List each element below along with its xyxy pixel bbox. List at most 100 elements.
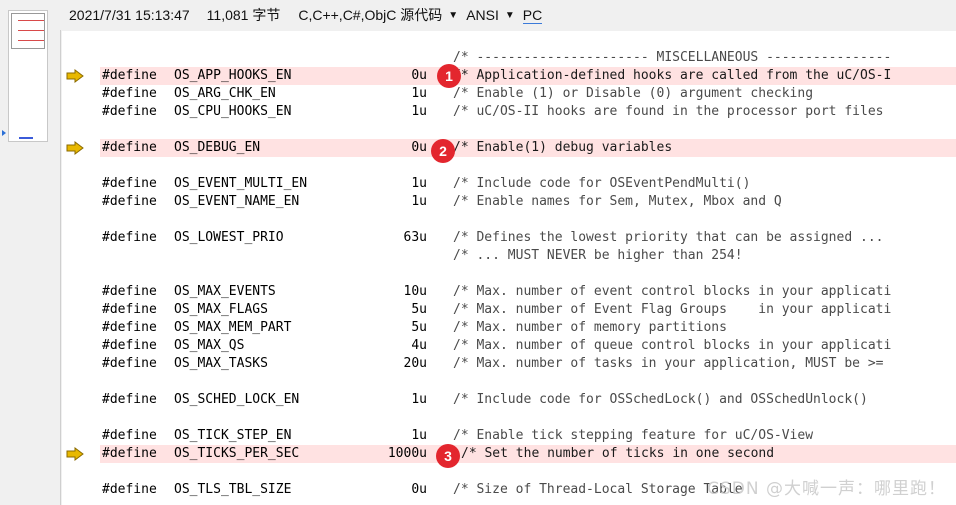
code-line[interactable]: #define OS_MAX_QS 4u /* Max. number of queu… [62, 337, 956, 355]
macro-name: OS_MAX_QS [174, 338, 245, 353]
position-marker-icon [2, 130, 6, 136]
code-line[interactable]: #define OS_EVENT_NAME_EN 1u /* Enable names… [62, 193, 956, 211]
macro-value: 5u [411, 302, 427, 317]
code-line[interactable]: #define OS_DEBUG_EN 0u /* Enable(1) debug v… [62, 139, 956, 157]
macro-name: OS_TLS_TBL_SIZE [174, 482, 292, 497]
code-line[interactable]: #define OS_MAX_MEM_PART 5u /* Max. number o… [62, 319, 956, 337]
macro-value: 20u [403, 356, 427, 371]
minimap-marker [18, 30, 44, 31]
code-line[interactable]: #define OS_TICK_STEP_EN 1u /* Enable tick s… [62, 427, 956, 445]
annotation-badge: 2 [431, 139, 455, 163]
pane-divider [60, 30, 61, 505]
code-line[interactable]: /* ... MUST NEVER be higher than 254! [62, 247, 956, 265]
macro-value: 1u [411, 176, 427, 191]
define-keyword: #define [102, 356, 157, 371]
code-comment: /* Size of Thread-Local Storage Table [453, 482, 743, 497]
minimap-caret [19, 137, 33, 139]
code-line[interactable]: #define OS_EVENT_MULTI_EN 1u /* Include cod… [62, 175, 956, 193]
define-keyword: #define [102, 68, 157, 83]
macro-name: OS_CPU_HOOKS_EN [174, 104, 292, 119]
macro-value: 0u [411, 68, 427, 83]
code-line[interactable]: #define OS_ARG_CHK_EN 1u /* Enable (1) or D… [62, 85, 956, 103]
code-comment: /* Application-defined hooks are called … [453, 68, 892, 83]
code-comment: /* Max. number of queue control blocks i… [453, 338, 892, 353]
code-line[interactable]: #define OS_LOWEST_PRIO 63u /* Defines the l… [62, 229, 956, 247]
code-line[interactable]: #define OS_MAX_EVENTS 10u /* Max. number of… [62, 283, 956, 301]
bookmark-arrow-icon[interactable] [66, 141, 84, 155]
code-comment: /* Enable(1) debug variables [453, 140, 673, 155]
macro-value: 4u [411, 338, 427, 353]
code-comment: /* Include code for OSEventPendMulti() [453, 176, 751, 191]
macro-name: OS_EVENT_NAME_EN [174, 194, 300, 209]
macro-value: 1u [411, 194, 427, 209]
code-comment: /* uC/OS-II hooks are found in the proce… [453, 104, 884, 119]
status-datetime: 2021/7/31 15:13:47 [69, 7, 190, 23]
code-line[interactable] [62, 265, 956, 283]
define-keyword: #define [102, 392, 157, 407]
code-comment: /* Max. number of memory partitions [453, 320, 727, 335]
annotation-badge: 3 [436, 444, 460, 468]
code-line[interactable]: #define OS_TICKS_PER_SEC 1000u /* Set the n… [62, 445, 956, 463]
code-line[interactable] [62, 211, 956, 229]
status-bar: 2021/7/31 15:13:47 11,081 字节 C,C++,C#,Ob… [62, 0, 956, 30]
status-encoding[interactable]: ANSI [466, 7, 499, 23]
macro-name: OS_MAX_FLAGS [174, 302, 268, 317]
code-line[interactable] [62, 409, 956, 427]
document-minimap[interactable] [8, 10, 48, 142]
code-line[interactable]: #define OS_MAX_TASKS 20u /* Max. number of … [62, 355, 956, 373]
annotation-badge: 1 [437, 64, 461, 88]
define-keyword: #define [102, 428, 157, 443]
minimap-marker [18, 20, 44, 21]
macro-name: OS_MAX_EVENTS [174, 284, 276, 299]
macro-value: 1u [411, 392, 427, 407]
code-editor[interactable]: /* ---------------------- MISCELLANEOUS … [62, 31, 956, 505]
code-line[interactable]: #define OS_APP_HOOKS_EN 0u /* Application-d… [62, 67, 956, 85]
macro-value: 1000u [387, 446, 427, 461]
define-keyword: #define [102, 104, 157, 119]
define-keyword: #define [102, 302, 157, 317]
define-keyword: #define [102, 86, 157, 101]
macro-name: OS_APP_HOOKS_EN [174, 68, 292, 83]
code-comment: /* Set the number of ticks in one second [461, 446, 775, 461]
code-comment: /* Max. number of tasks in your applicat… [453, 356, 884, 371]
macro-value: 0u [411, 140, 427, 155]
macro-name: OS_ARG_CHK_EN [174, 86, 276, 101]
code-comment: /* Defines the lowest priority that can … [453, 230, 884, 245]
macro-value: 1u [411, 86, 427, 101]
define-keyword: #define [102, 284, 157, 299]
macro-name: OS_LOWEST_PRIO [174, 230, 284, 245]
code-line[interactable]: /* ---------------------- MISCELLANEOUS … [62, 49, 956, 67]
code-comment: /* ---------------------- MISCELLANEOUS … [453, 50, 892, 65]
define-keyword: #define [102, 446, 157, 461]
code-line[interactable]: #define OS_CPU_HOOKS_EN 1u /* uC/OS-II hook… [62, 103, 956, 121]
chevron-down-icon[interactable]: ▼ [448, 10, 458, 21]
macro-name: OS_TICK_STEP_EN [174, 428, 292, 443]
code-line[interactable]: #define OS_MAX_FLAGS 5u /* Max. number of E… [62, 301, 956, 319]
bookmark-arrow-icon[interactable] [66, 447, 84, 461]
define-keyword: #define [102, 482, 157, 497]
minimap-pane [0, 0, 62, 505]
minimap-viewport[interactable] [11, 13, 45, 49]
status-language[interactable]: C,C++,C#,ObjC 源代码 [298, 5, 442, 25]
define-keyword: #define [102, 194, 157, 209]
code-comment: /* Max. number of event control blocks i… [453, 284, 892, 299]
macro-value: 5u [411, 320, 427, 335]
macro-name: OS_SCHED_LOCK_EN [174, 392, 300, 407]
code-line[interactable] [62, 121, 956, 139]
status-file-size: 11,081 字节 [206, 7, 281, 23]
define-keyword: #define [102, 230, 157, 245]
bookmark-arrow-icon[interactable] [66, 69, 84, 83]
code-line[interactable]: #define OS_SCHED_LOCK_EN 1u /* Include code… [62, 391, 956, 409]
status-line-ending[interactable]: PC [522, 7, 543, 24]
code-line[interactable] [62, 373, 956, 391]
macro-value: 1u [411, 428, 427, 443]
code-comment: /* Max. number of Event Flag Groups in y… [453, 302, 892, 317]
code-comment: /* Include code for OSSchedLock() and OS… [453, 392, 868, 407]
code-line[interactable] [62, 157, 956, 175]
macro-value: 10u [403, 284, 427, 299]
define-keyword: #define [102, 320, 157, 335]
watermark: CSDN @大喊一声：哪里跑！ [707, 479, 946, 499]
macro-name: OS_EVENT_MULTI_EN [174, 176, 308, 191]
macro-name: OS_TICKS_PER_SEC [174, 446, 300, 461]
chevron-down-icon[interactable]: ▼ [505, 10, 515, 21]
